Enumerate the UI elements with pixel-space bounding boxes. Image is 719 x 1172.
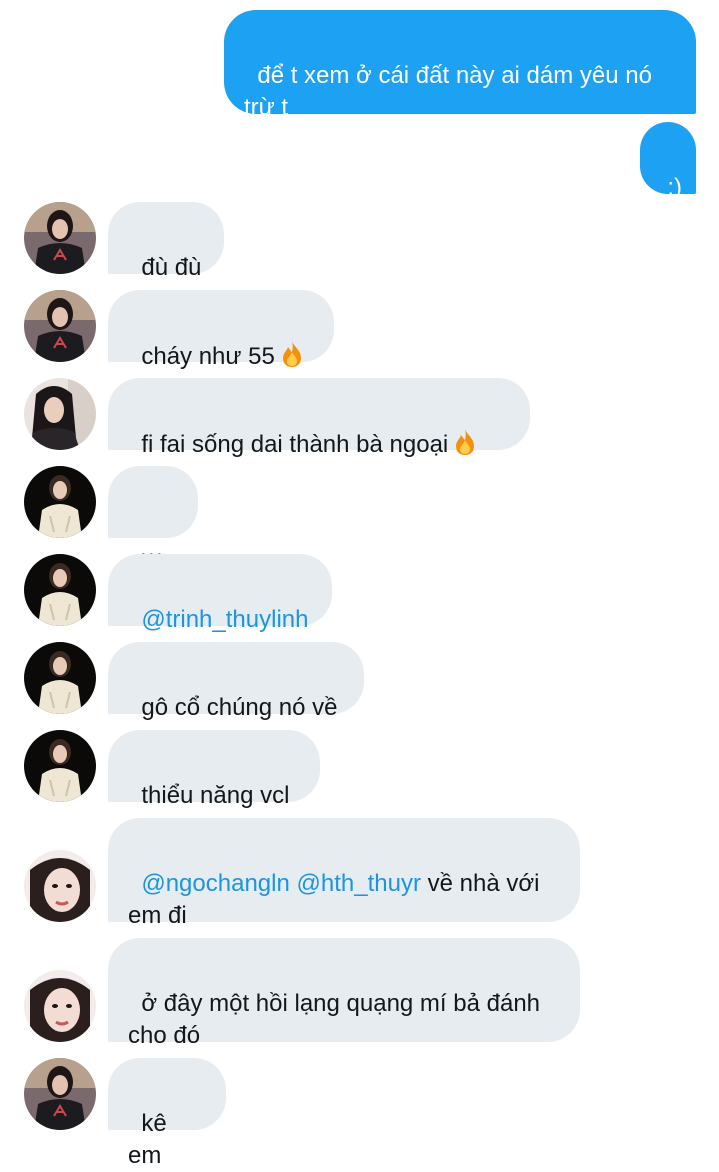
message-bubble-incoming[interactable]: gô cổ chúng nó về <box>108 642 364 721</box>
avatar[interactable] <box>24 642 96 714</box>
message-bubble-incoming[interactable]: =))) <box>108 466 198 577</box>
avatar-girl-black-shirt-icon <box>24 1058 96 1130</box>
message-text: gô cổ chúng nó về <box>141 694 338 721</box>
avatar[interactable] <box>24 378 96 450</box>
avatar-girl-white-coat-icon <box>24 554 96 626</box>
avatar-girl-white-coat-icon <box>24 730 96 802</box>
avatar-girl-white-coat-icon <box>24 466 96 538</box>
avatar[interactable] <box>24 290 96 362</box>
avatar-girl-portrait-icon <box>24 970 96 1042</box>
avatar[interactable] <box>24 202 96 274</box>
message-bubble-incoming[interactable]: fi fai sống dai thành bà ngoại <box>108 378 530 458</box>
message-bubble-outgoing[interactable]: để t xem ở cái đất này ai dám yêu nó trừ… <box>224 10 696 121</box>
mention-link[interactable]: @ngochangln <box>141 870 289 897</box>
message-text: để t xem ở cái đất này ai dám yêu nó trừ… <box>244 62 659 121</box>
avatar[interactable] <box>24 850 96 922</box>
message-text: :) <box>667 174 682 201</box>
avatar-girl-portrait-icon <box>24 850 96 922</box>
avatar[interactable] <box>24 1058 96 1130</box>
message-bubble-incoming[interactable]: @trinh_thuylinh <box>108 554 332 633</box>
message-bubble-incoming[interactable]: thiểu năng vcl <box>108 730 320 809</box>
avatar[interactable] <box>24 466 96 538</box>
message-bubble-incoming[interactable]: @ngochangln @hth_thuyr về nhà với em đi <box>108 818 580 929</box>
message-bubble-incoming[interactable]: đù đù <box>108 202 224 281</box>
avatar[interactable] <box>24 554 96 626</box>
avatar[interactable] <box>24 970 96 1042</box>
message-text: fi fai sống dai thành bà ngoại <box>141 431 449 458</box>
message-text: cháy như 55 <box>141 343 275 370</box>
fire-emoji-icon <box>456 429 475 455</box>
message-bubble-incoming[interactable]: kê em <box>108 1058 226 1169</box>
fire-emoji-icon <box>282 341 301 367</box>
mention-link[interactable]: @trinh_thuylinh <box>141 606 308 633</box>
avatar-girl-selfie-icon <box>24 378 96 450</box>
message-text: ở đây một hồi lạng quạng mí bả đánh cho … <box>128 990 547 1049</box>
message-bubble-incoming[interactable]: cháy như 55 <box>108 290 334 370</box>
message-bubble-outgoing[interactable]: :) <box>640 122 696 201</box>
mention-link[interactable]: @hth_thuyr <box>297 870 421 897</box>
avatar-girl-black-shirt-icon <box>24 202 96 274</box>
message-text: thiểu năng vcl <box>141 782 290 809</box>
avatar-girl-black-shirt-icon <box>24 290 96 362</box>
message-text: kê em <box>128 1110 174 1169</box>
message-text: đù đù <box>141 254 202 281</box>
avatar-girl-white-coat-icon <box>24 642 96 714</box>
avatar[interactable] <box>24 730 96 802</box>
message-bubble-incoming[interactable]: ở đây một hồi lạng quạng mí bả đánh cho … <box>108 938 580 1049</box>
